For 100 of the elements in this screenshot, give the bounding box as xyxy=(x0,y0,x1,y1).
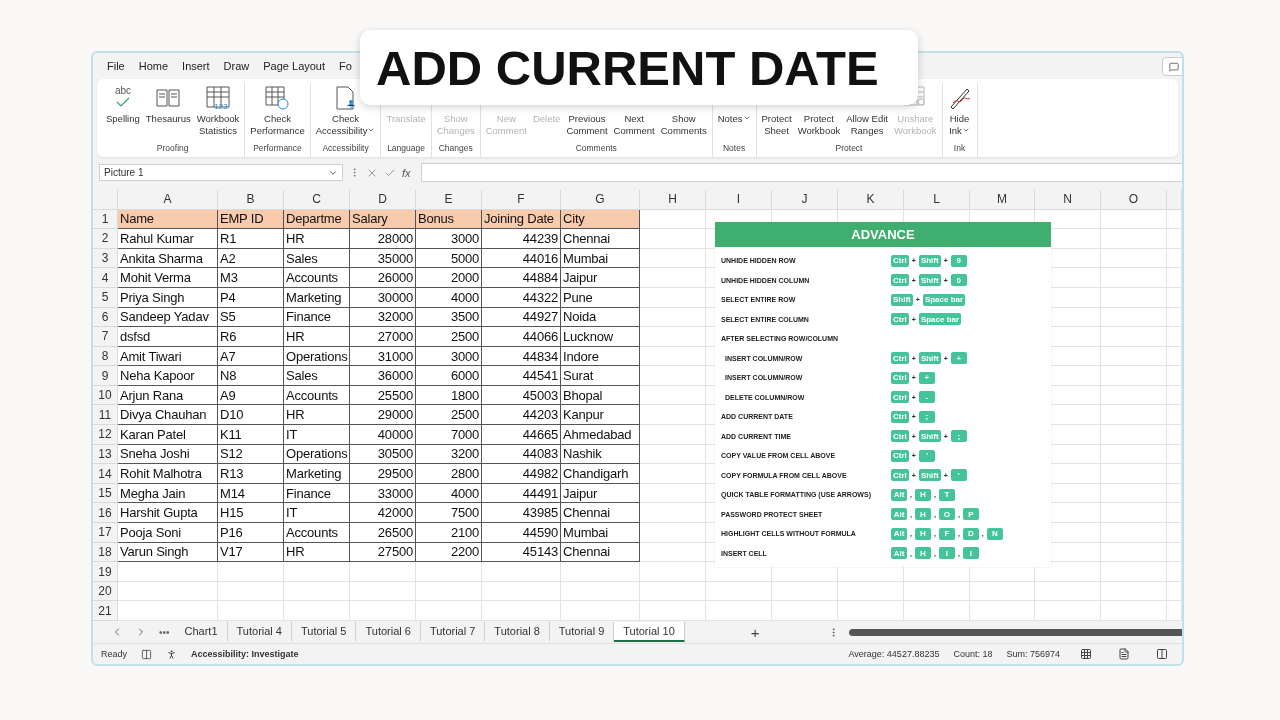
accessibility-status[interactable]: Accessibility: Investigate xyxy=(191,649,299,659)
key-cap: ; xyxy=(918,410,935,423)
table-cell: 44665 xyxy=(482,425,561,445)
row-header[interactable]: 12 xyxy=(93,425,118,445)
group-label: Changes xyxy=(437,142,474,155)
table-cell: 6000 xyxy=(416,366,482,386)
table-cell: D10 xyxy=(218,405,284,426)
column-header[interactable]: B xyxy=(218,189,284,210)
row-header[interactable]: 2 xyxy=(93,229,118,249)
table-cell: Finance xyxy=(284,483,350,504)
key-cap: Ctrl xyxy=(891,254,909,267)
sheet-tab[interactable]: Tutorial 7 xyxy=(420,622,486,642)
menu-tab[interactable]: Insert xyxy=(182,60,210,72)
menu-tab[interactable]: File xyxy=(107,60,125,72)
column-header[interactable]: M xyxy=(970,189,1035,210)
table-cell: Pune xyxy=(561,287,640,308)
row-header[interactable]: 11 xyxy=(93,405,118,426)
column-header[interactable]: A xyxy=(118,189,218,210)
ribbon-button[interactable]: 123 Workbook Statistics xyxy=(194,83,242,143)
more-sheets-button[interactable]: ••• xyxy=(153,626,176,638)
key-cap: Alt xyxy=(891,488,907,501)
group-label: Comments xyxy=(574,142,618,155)
group-label: Notes xyxy=(722,142,747,155)
table-cell: IT xyxy=(284,503,350,524)
key-cap: ' xyxy=(918,449,935,462)
row-header[interactable]: 4 xyxy=(93,268,118,288)
column-header[interactable]: D xyxy=(350,189,416,210)
table-cell: 2500 xyxy=(416,327,482,347)
column-header[interactable]: O xyxy=(1101,189,1167,210)
row-header[interactable]: 7 xyxy=(93,327,118,347)
column-header[interactable]: G xyxy=(561,189,640,210)
key-cap: Ctrl xyxy=(891,430,909,443)
table-cell: Chennai xyxy=(561,229,640,249)
key-cap: Shift xyxy=(918,352,941,365)
table-cell: Pooja Soni xyxy=(118,523,218,543)
sheet-tab[interactable]: Chart1 xyxy=(175,622,228,642)
table-cell: 3000 xyxy=(416,346,482,367)
column-header[interactable]: J xyxy=(772,189,838,210)
key-cap: + xyxy=(950,352,967,365)
table-cell: 7500 xyxy=(416,503,482,524)
table-cell: P16 xyxy=(218,523,284,543)
key-cap: + xyxy=(918,371,935,384)
menu-tab[interactable]: Page Layout xyxy=(263,60,326,72)
menu-tab[interactable]: Fo xyxy=(339,60,352,72)
row-header[interactable]: 9 xyxy=(93,366,118,386)
sheet-tab[interactable]: Tutorial 10 xyxy=(614,622,685,642)
column-header[interactable]: F xyxy=(482,189,561,210)
table-cell: Amit Tiwari xyxy=(118,346,218,367)
add-sheet-button[interactable]: + xyxy=(744,622,766,642)
ribbon-button[interactable]: Thesaurus xyxy=(143,83,193,143)
sheet-tab[interactable]: Tutorial 8 xyxy=(485,622,550,642)
sheet-tab[interactable]: Tutorial 6 xyxy=(356,622,421,642)
ribbon-button[interactable]: Hide Ink xyxy=(945,83,974,143)
table-cell: 36000 xyxy=(350,366,416,386)
table-cell: Operations xyxy=(284,444,350,465)
key-cap: Shift xyxy=(918,274,941,287)
group-label: Proofing xyxy=(155,142,190,155)
column-header[interactable]: C xyxy=(284,189,350,210)
table-cell: dsfsd xyxy=(118,327,218,347)
row-header[interactable]: 19 xyxy=(93,562,118,582)
insert-function-button[interactable]: fx xyxy=(402,166,411,179)
table-cell: 44982 xyxy=(482,464,561,484)
column-title-cell: Departme xyxy=(284,209,350,230)
column-header[interactable]: N xyxy=(1035,189,1101,210)
table-cell: Rohit Malhotra xyxy=(118,464,218,484)
row-header[interactable]: 21 xyxy=(93,601,118,621)
table-cell: A9 xyxy=(218,385,284,406)
column-title-cell: Salary xyxy=(350,209,416,230)
table-cell: 30000 xyxy=(350,287,416,308)
column-header[interactable]: K xyxy=(838,189,904,210)
column-header[interactable]: E xyxy=(416,189,482,210)
ribbon-button[interactable]: Check Performance xyxy=(248,83,307,143)
key-cap: Ctrl xyxy=(891,469,909,482)
table-cell: 3000 xyxy=(416,229,482,249)
row-header[interactable]: 16 xyxy=(93,503,118,524)
table-cell: 44083 xyxy=(482,444,561,465)
group-label: Performance xyxy=(252,142,303,155)
row-header[interactable]: 14 xyxy=(93,464,118,484)
column-header[interactable]: L xyxy=(904,189,970,210)
table-cell: 5000 xyxy=(416,248,482,269)
sheet-tab[interactable]: Tutorial 5 xyxy=(292,622,357,642)
table-cell: Jaipur xyxy=(561,483,640,504)
group-label: Language xyxy=(386,142,426,155)
sheet-tab[interactable]: Tutorial 4 xyxy=(227,622,292,642)
name-box[interactable]: Picture 1 xyxy=(99,164,343,182)
caption-toast: ADD CURRENT DATE xyxy=(360,30,918,105)
table-cell: 2500 xyxy=(416,405,482,426)
table-cell: Varun Singh xyxy=(118,542,218,563)
table-cell: 44491 xyxy=(482,483,561,504)
key-cap: H xyxy=(914,488,931,501)
row-header[interactable]: 17 xyxy=(93,523,118,543)
ribbon-button[interactable]: abc Spelling xyxy=(104,83,142,143)
table-cell: 29500 xyxy=(350,464,416,484)
menu-tab[interactable]: Draw xyxy=(223,60,250,72)
column-header[interactable]: I xyxy=(706,189,772,210)
column-title-cell: City xyxy=(561,209,640,230)
column-header[interactable]: H xyxy=(640,189,706,210)
table-cell: HR xyxy=(284,405,350,426)
menu-tab[interactable]: Home xyxy=(138,60,169,72)
table-cell: Sandeep Yadav xyxy=(118,307,218,328)
